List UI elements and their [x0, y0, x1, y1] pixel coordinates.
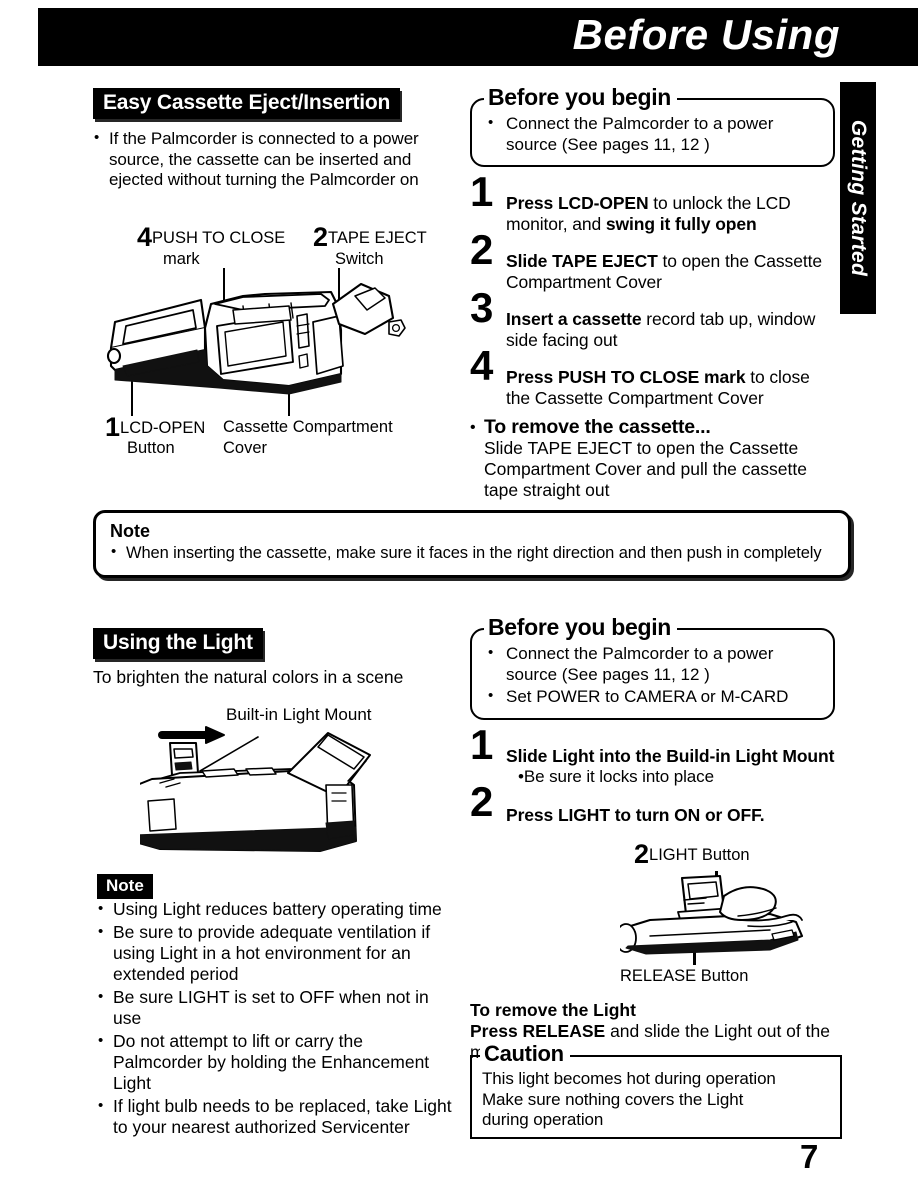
callout-text: TAPE EJECT	[328, 229, 427, 247]
step-text: Insert a cassette record tab up, window …	[506, 295, 835, 351]
caution-legend: Caution	[480, 1041, 570, 1066]
note-title: Note	[110, 521, 150, 541]
figure-light-release-buttons: 2LIGHT Button RELEASE Button	[620, 841, 840, 990]
step-2: 2 Slide TAPE EJECT to open the Cassette …	[470, 229, 835, 293]
page-title: Before Using	[572, 11, 840, 58]
remove-cassette-title: To remove the cassette...	[484, 416, 711, 438]
note-box-cassette: Note When inserting the cassette, make s…	[93, 510, 851, 578]
step-number: 2	[470, 226, 494, 273]
step-text: Press LCD-OPEN to unlock the LCD monitor…	[506, 179, 835, 235]
callout-text: PUSH TO CLOSE	[152, 229, 286, 247]
figure-label-tape-eject: 2TAPE EJECT	[313, 224, 427, 251]
light-section-left-column: Using the Light To brighten the natural …	[93, 628, 461, 688]
step-number: 4	[470, 342, 494, 389]
list-item: If light bulb needs to be replaced, take…	[97, 1095, 457, 1138]
step-text-bold: Press PUSH TO CLOSE mark	[506, 367, 746, 387]
figure-label-lcd-open-2: Button	[127, 439, 175, 457]
callout-number: 1	[105, 412, 121, 442]
step-text-bold: Slide TAPE EJECT	[506, 251, 658, 271]
step-number: 1	[470, 720, 494, 768]
list-item: Connect the Palmcorder to a power source…	[484, 113, 823, 155]
step-text: Press LIGHT to turn ON or OFF.	[506, 789, 835, 826]
light-tagline: To brighten the natural colors in a scen…	[93, 667, 404, 687]
remove-cassette-block: To remove the cassette... Slide TAPE EJE…	[470, 417, 835, 501]
figure-label-lcd-open: 1LCD-OPEN	[105, 414, 206, 441]
remove-light-title: To remove the Light	[470, 1000, 636, 1020]
camcorder-illustration	[106, 282, 406, 395]
step-text-bold: Slide Light into the Build-in Light Moun…	[506, 745, 835, 766]
section-thumb-tab: Getting Started	[840, 82, 876, 314]
cassette-steps: 1 Press LCD-OPEN to unlock the LCD monit…	[470, 171, 835, 409]
page-number: 7	[800, 1138, 819, 1175]
list-item: Set POWER to CAMERA or M-CARD	[484, 686, 823, 708]
step-3: 3 Insert a cassette record tab up, windo…	[470, 287, 835, 351]
remove-light-bold: Press RELEASE	[470, 1021, 606, 1041]
caution-line-3: during operation	[482, 1110, 604, 1129]
figure-label-light-button: 2LIGHT Button	[634, 841, 750, 868]
figure-label-built-in-light-mount: Built-in Light Mount	[226, 705, 372, 724]
cassette-intro-list: If the Palmcorder is connected to a powe…	[93, 128, 461, 191]
light-note-list: Using Light reduces battery operating ti…	[97, 898, 457, 1138]
step-sub-bullet: Be sure it locks into place	[506, 767, 835, 787]
step-text-bold: Press LIGHT to turn ON or OFF.	[506, 804, 765, 825]
step-number: 3	[470, 284, 494, 331]
step-1: 1 Press LCD-OPEN to unlock the LCD monit…	[470, 171, 835, 235]
remove-cassette-text: Slide TAPE EJECT to open the Cassette Co…	[484, 438, 807, 500]
before-you-begin-box-cassette: Before you begin Connect the Palmcorder …	[470, 84, 835, 167]
light-note-block: Note Using Light reduces battery operati…	[97, 874, 457, 1140]
callout-number: 2	[313, 222, 329, 252]
callout-text: LCD-OPEN	[120, 419, 206, 437]
step-text-bold-2: swing it fully open	[605, 214, 757, 234]
note-title-chip: Note	[97, 874, 153, 899]
section-thumb-tab-label: Getting Started	[847, 119, 870, 277]
section-heading-cassette: Easy Cassette Eject/Insertion	[93, 88, 401, 119]
step-text: Slide TAPE EJECT to open the Cassette Co…	[506, 237, 835, 293]
figure-label-release-button: RELEASE Button	[620, 967, 749, 985]
note-list: When inserting the cassette, make sure i…	[110, 542, 836, 563]
list-item: Connect the Palmcorder to a power source…	[484, 643, 823, 685]
figure-light-mount: Built-in Light Mount	[140, 705, 470, 865]
camcorder-side-illustration	[140, 726, 371, 852]
light-steps: 1 Slide Light into the Build-in Light Mo…	[470, 723, 835, 826]
step-text-bold: Insert a cassette	[506, 309, 642, 329]
light-section-right-column: Before you begin Connect the Palmcorder …	[470, 614, 835, 828]
step-number: 1	[470, 168, 494, 215]
list-item: If the Palmcorder is connected to a powe…	[93, 128, 461, 191]
step-text: Slide Light into the Build-in Light Moun…	[506, 732, 835, 787]
caution-line-1: This light becomes hot during operation	[482, 1069, 776, 1088]
caution-line-2: Make sure nothing covers the Light	[482, 1089, 744, 1109]
section-heading-light: Using the Light	[93, 628, 263, 659]
step-text-bold: Press LCD-OPEN	[506, 193, 649, 213]
callout-text: LIGHT Button	[649, 846, 750, 864]
caution-box: Caution This light becomes hot during op…	[470, 1041, 842, 1139]
cassette-section-right-column: Before you begin Connect the Palmcorder …	[470, 84, 835, 501]
figure-label-push-to-close: 4PUSH TO CLOSE	[137, 224, 286, 251]
list-item: Using Light reduces battery operating ti…	[97, 898, 457, 920]
figure-label-cassette-cover-2: Cover	[223, 439, 268, 457]
before-you-begin-legend: Before you begin	[484, 614, 678, 640]
figure-label-push-to-close-2: mark	[163, 250, 200, 268]
before-you-begin-legend: Before you begin	[484, 84, 678, 110]
figure-label-tape-eject-2: Switch	[335, 250, 384, 268]
callout-number: 4	[137, 222, 153, 252]
figure-label-cassette-cover: Cassette Compartment	[223, 418, 393, 436]
list-item: When inserting the cassette, make sure i…	[110, 542, 836, 563]
document-page: Before Using Getting Started Easy Casset…	[0, 0, 918, 1188]
cassette-section-left-column: Easy Cassette Eject/Insertion If the Pal…	[93, 88, 461, 193]
step-2: 2 Press LIGHT to turn ON or OFF.	[470, 780, 835, 826]
hand-pressing-light-illustration	[620, 874, 804, 955]
before-you-begin-box-light: Before you begin Connect the Palmcorder …	[470, 614, 835, 720]
step-number: 2	[470, 777, 494, 825]
list-item: Be sure LIGHT is set to OFF when not in …	[97, 986, 457, 1029]
callout-number: 2	[634, 839, 650, 869]
list-item: Do not attempt to lift or carry the Palm…	[97, 1030, 457, 1094]
before-you-begin-list: Connect the Palmcorder to a power source…	[484, 113, 823, 155]
figure-cassette-eject: 4PUSH TO CLOSE mark 2TAPE EJECT Switch 1…	[93, 224, 463, 478]
before-you-begin-list: Connect the Palmcorder to a power source…	[484, 643, 823, 708]
list-item: Be sure to provide adequate ventilation …	[97, 921, 457, 985]
step-1: 1 Slide Light into the Build-in Light Mo…	[470, 723, 835, 787]
step-4: 4 Press PUSH TO CLOSE mark to close the …	[470, 345, 835, 409]
step-text: Press PUSH TO CLOSE mark to close the Ca…	[506, 353, 835, 409]
